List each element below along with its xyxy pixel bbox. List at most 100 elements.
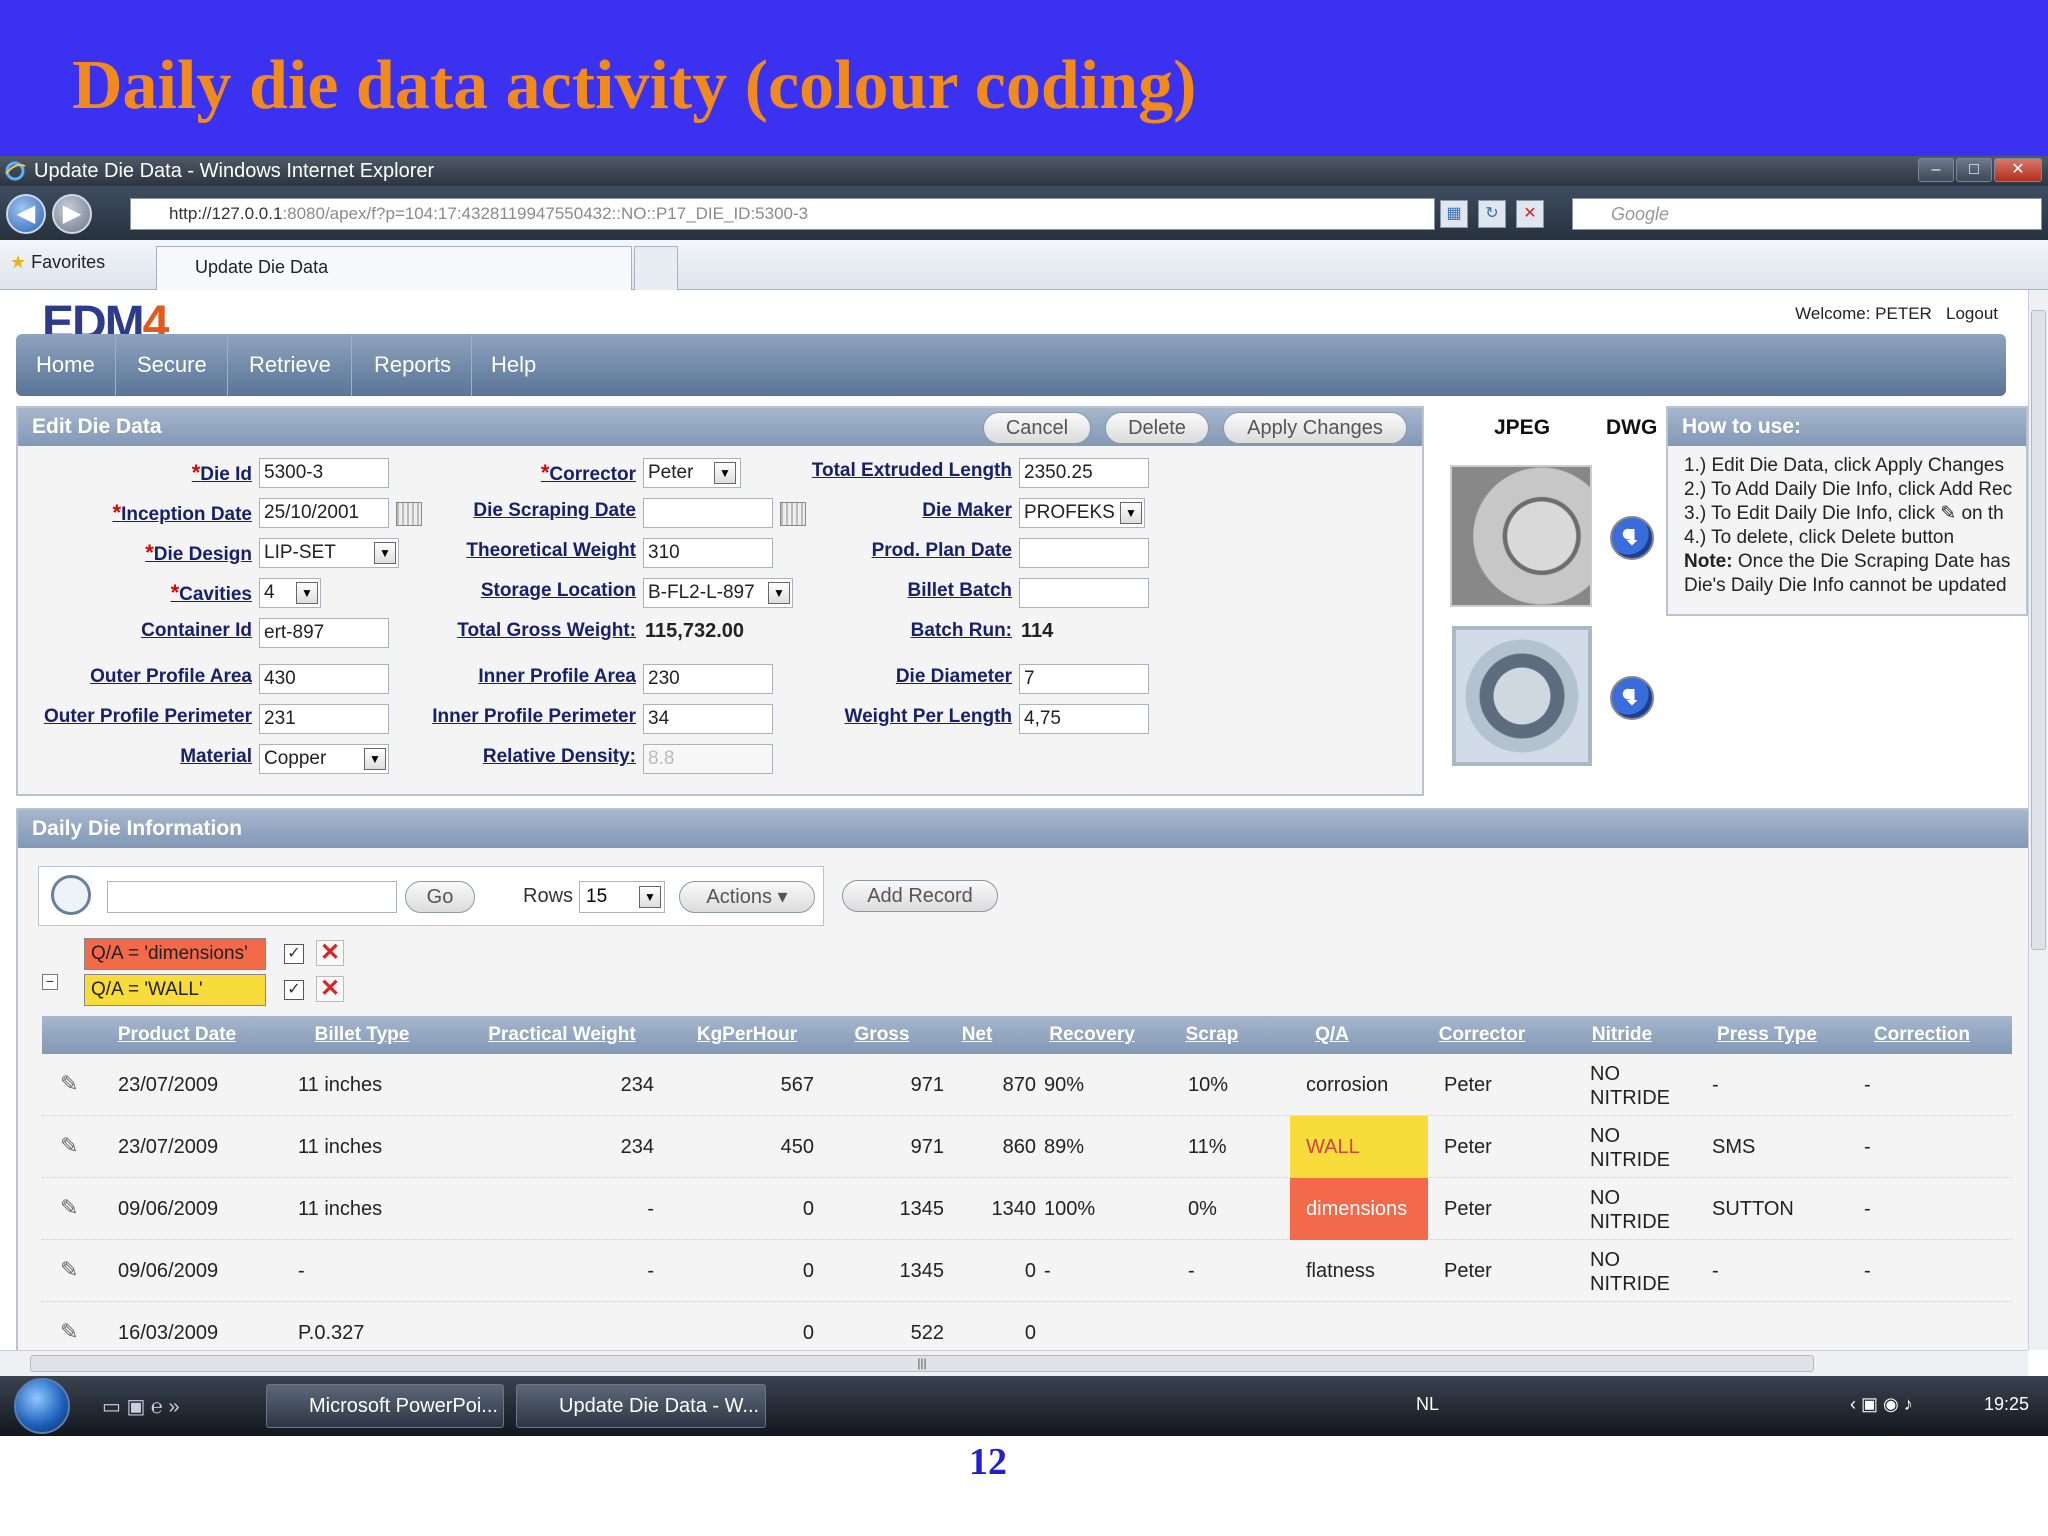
- nitride-line: NO: [1590, 1249, 1620, 1271]
- cell-rec: 90%: [1044, 1074, 1085, 1096]
- col-qa[interactable]: Q/A: [1302, 1016, 1362, 1054]
- col-net[interactable]: Net: [942, 1016, 1012, 1054]
- report-search-input[interactable]: [107, 881, 397, 913]
- close-button[interactable]: ✕: [1994, 158, 2042, 182]
- tray-icons[interactable]: ‹ ▣ ◉ ♪: [1850, 1394, 1913, 1415]
- outer-profile-area-field[interactable]: 430: [259, 664, 389, 694]
- browser-tab[interactable]: Update Die Data: [156, 246, 632, 290]
- col-practical-weight[interactable]: Practical Weight: [462, 1016, 662, 1054]
- nav-help[interactable]: Help: [471, 334, 556, 396]
- cell-kph: 0: [802, 1198, 814, 1220]
- die-design-label: *Die Design: [18, 540, 252, 566]
- col-product-date[interactable]: Product Date: [102, 1016, 252, 1054]
- remove-filter-icon[interactable]: ✕: [316, 976, 344, 1002]
- chevron-down-icon[interactable]: ▼: [374, 542, 396, 564]
- search-icon[interactable]: [51, 875, 91, 915]
- col-press-type[interactable]: Press Type: [1702, 1016, 1832, 1054]
- start-button[interactable]: [14, 1378, 70, 1434]
- cell-date: 16/03/2009: [118, 1322, 219, 1344]
- chevron-down-icon[interactable]: ▼: [714, 462, 736, 484]
- col-recovery[interactable]: Recovery: [1032, 1016, 1152, 1054]
- die-photo-thumbnail[interactable]: [1450, 465, 1592, 607]
- weight-per-length-field[interactable]: 4,75: [1019, 704, 1149, 734]
- remove-filter-icon[interactable]: ✕: [316, 940, 344, 966]
- language-indicator[interactable]: NL: [1416, 1394, 1439, 1415]
- dwg-download-icon[interactable]: ⬇: [1610, 516, 1654, 560]
- edit-row-icon[interactable]: ✎: [60, 1134, 84, 1158]
- billet-batch-field[interactable]: [1019, 578, 1149, 608]
- chevron-down-icon[interactable]: ▼: [296, 582, 318, 604]
- col-nitride[interactable]: Nitride: [1572, 1016, 1672, 1054]
- stop-icon[interactable]: ✕: [1516, 200, 1544, 228]
- col-scrap[interactable]: Scrap: [1172, 1016, 1252, 1054]
- container-id-field[interactable]: ert-897: [259, 618, 389, 648]
- favorites-button[interactable]: ★ Favorites: [10, 252, 105, 273]
- go-button[interactable]: Go: [405, 881, 475, 913]
- panel-title: Edit Die Data: [32, 415, 162, 438]
- daily-panel-header: Daily Die Information: [18, 810, 2028, 848]
- filter-enabled-checkbox[interactable]: ✓: [284, 980, 304, 1000]
- die-maker-label: Die Maker: [922, 500, 1012, 521]
- edit-row-icon[interactable]: ✎: [60, 1072, 84, 1096]
- outer-profile-perimeter-field[interactable]: 231: [259, 704, 389, 734]
- dwg-download-icon[interactable]: ⬇: [1610, 676, 1654, 720]
- die-scraping-date-field[interactable]: [643, 498, 773, 528]
- scroll-thumb[interactable]: [2031, 310, 2046, 950]
- chevron-down-icon[interactable]: ▼: [1120, 502, 1142, 524]
- chevron-down-icon[interactable]: ▼: [364, 748, 386, 770]
- col-corrector[interactable]: Corrector: [1422, 1016, 1542, 1054]
- minimize-button[interactable]: –: [1918, 158, 1954, 182]
- cavities-label: *Cavities: [18, 580, 252, 606]
- theoretical-weight-field[interactable]: 310: [643, 538, 773, 568]
- die-id-field[interactable]: 5300-3: [259, 458, 389, 488]
- col-billet-type[interactable]: Billet Type: [302, 1016, 422, 1054]
- total-extruded-length-field[interactable]: 2350.25: [1019, 458, 1149, 488]
- apply-changes-button[interactable]: Apply Changes: [1223, 412, 1407, 444]
- search-input[interactable]: Google: [1572, 198, 2042, 230]
- quick-launch-icons[interactable]: ▭ ▣ ℮ »: [102, 1394, 180, 1419]
- taskbar-ie[interactable]: Update Die Data - W...: [516, 1384, 766, 1428]
- col-kg-per-hour[interactable]: KgPerHour: [682, 1016, 812, 1054]
- edit-row-icon[interactable]: ✎: [60, 1196, 84, 1220]
- cell-billet: -: [298, 1260, 305, 1282]
- horizontal-scrollbar[interactable]: |||: [0, 1350, 2028, 1376]
- col-correction[interactable]: Correction: [1862, 1016, 1982, 1054]
- inner-profile-perimeter-field[interactable]: 34: [643, 704, 773, 734]
- compatibility-icon[interactable]: ▦: [1440, 200, 1468, 228]
- forward-button[interactable]: ▶: [52, 194, 92, 234]
- delete-button[interactable]: Delete: [1105, 412, 1209, 444]
- how-to-title: How to use:: [1668, 408, 2026, 446]
- back-button[interactable]: ◀: [6, 194, 46, 234]
- inception-date-field[interactable]: 25/10/2001: [259, 498, 389, 528]
- rows-label: Rows: [523, 885, 574, 907]
- cancel-button[interactable]: Cancel: [983, 412, 1091, 444]
- nav-reports[interactable]: Reports: [354, 334, 473, 396]
- cell-corr: Peter: [1444, 1136, 1492, 1158]
- actions-menu-button[interactable]: Actions ▾: [679, 881, 815, 913]
- maximize-button[interactable]: □: [1956, 158, 1992, 182]
- col-gross[interactable]: Gross: [832, 1016, 932, 1054]
- filter-dimensions[interactable]: Q/A = 'dimensions': [84, 938, 266, 970]
- refresh-icon[interactable]: ↻: [1478, 200, 1506, 228]
- nav-home[interactable]: Home: [16, 334, 116, 396]
- edit-row-icon[interactable]: ✎: [60, 1258, 84, 1282]
- taskbar-powerpoint[interactable]: Microsoft PowerPoi...: [266, 1384, 504, 1428]
- die-drawing-thumbnail[interactable]: [1452, 626, 1592, 766]
- logout-link[interactable]: Logout: [1946, 304, 1998, 323]
- filter-enabled-checkbox[interactable]: ✓: [284, 944, 304, 964]
- collapse-filters-icon[interactable]: −: [42, 974, 58, 990]
- nav-retrieve[interactable]: Retrieve: [229, 334, 352, 396]
- edit-row-icon[interactable]: ✎: [60, 1320, 84, 1344]
- url-input[interactable]: http://127.0.0.1:8080/apex/f?p=104:17:43…: [130, 198, 1435, 230]
- add-record-button[interactable]: Add Record: [842, 880, 998, 912]
- new-tab-button[interactable]: [634, 246, 678, 290]
- cell-corr: Peter: [1444, 1198, 1492, 1220]
- vertical-scrollbar[interactable]: [2028, 290, 2048, 1350]
- prod-plan-date-field[interactable]: [1019, 538, 1149, 568]
- inner-profile-area-field[interactable]: 230: [643, 664, 773, 694]
- nav-secure[interactable]: Secure: [117, 334, 228, 396]
- chevron-down-icon[interactable]: ▼: [639, 886, 661, 908]
- die-diameter-field[interactable]: 7: [1019, 664, 1149, 694]
- filter-wall[interactable]: Q/A = 'WALL': [84, 974, 266, 1006]
- hscroll-thumb[interactable]: |||: [30, 1355, 1814, 1372]
